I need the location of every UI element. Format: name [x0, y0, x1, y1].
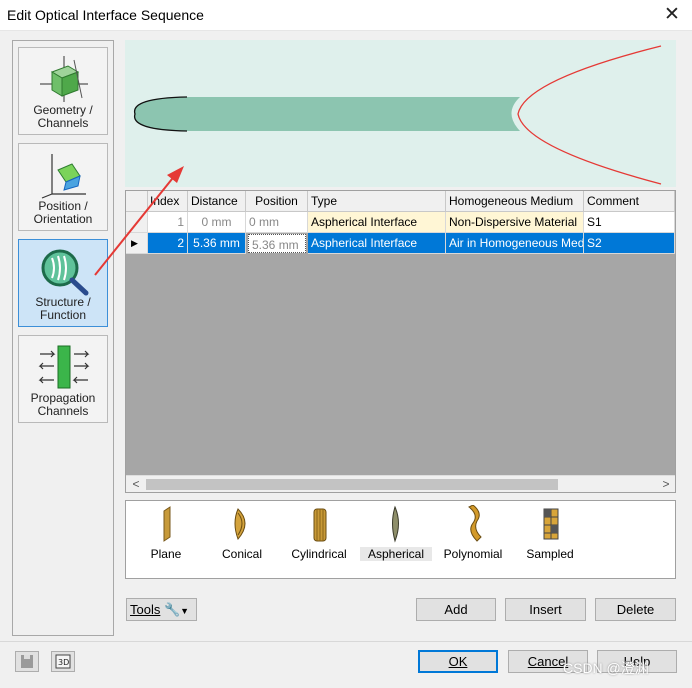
cell-comment[interactable]: S2: [584, 233, 675, 254]
tool-sampled[interactable]: Sampled: [514, 505, 586, 571]
3d-view-icon: 3D: [55, 654, 71, 669]
nav-label-line1: Structure /: [35, 295, 91, 309]
nav-propagation-channels[interactable]: Propagation Channels: [18, 335, 108, 423]
cell-position[interactable]: 0 mm: [246, 212, 308, 233]
cell-comment[interactable]: S1: [584, 212, 675, 233]
cell-type[interactable]: Aspherical Interface: [308, 212, 446, 233]
structure-magnifier-icon: [41, 249, 89, 296]
cell-type[interactable]: Aspherical Interface: [308, 233, 446, 254]
category-nav: Geometry / Channels Position / Orientation…: [12, 40, 114, 636]
cell-medium[interactable]: Non-Dispersive Material: [446, 212, 584, 233]
view-3d-button[interactable]: 3D: [51, 651, 75, 672]
wrench-icon: 🔧: [163, 602, 181, 617]
conical-surface-icon: [234, 508, 246, 540]
geometry-cube-icon: [40, 56, 88, 102]
horizontal-scrollbar[interactable]: < >: [126, 475, 675, 492]
nav-label-line1: Geometry /: [33, 103, 93, 117]
delete-button[interactable]: Delete: [595, 598, 676, 621]
position-axes-icon: [41, 154, 86, 199]
nav-label-line2: Channels: [37, 116, 89, 130]
scroll-left-arrow[interactable]: <: [129, 477, 143, 492]
tool-plane[interactable]: Plane: [130, 505, 202, 571]
nav-label-line1: Position /: [38, 199, 88, 213]
svg-text:3D: 3D: [58, 658, 69, 667]
window-title: Edit Optical Interface Sequence: [7, 7, 204, 23]
tool-label: Cylindrical: [291, 547, 347, 561]
tools-dropdown-button[interactable]: Tools 🔧▼: [126, 598, 197, 621]
tool-label: Polynomial: [443, 547, 503, 561]
tool-label: Sampled: [526, 547, 574, 561]
surface-type-toolbox: Plane Conical Cylindrical Aspherical Pol…: [125, 500, 676, 579]
insert-button[interactable]: Insert: [505, 598, 586, 621]
tool-polynomial[interactable]: Polynomial: [437, 505, 509, 571]
scroll-thumb[interactable]: [146, 479, 558, 490]
ok-button[interactable]: OK: [418, 650, 498, 673]
tool-aspherical[interactable]: Aspherical: [360, 505, 432, 571]
polynomial-surface-icon: [468, 505, 482, 542]
nav-label-line2: Function: [39, 308, 87, 322]
tool-cylindrical[interactable]: Cylindrical: [283, 505, 355, 571]
watermark: CSDN @澄渊: [563, 660, 649, 676]
nav-geometry-channels[interactable]: Geometry / Channels: [18, 47, 108, 135]
cell-distance[interactable]: 5.36 mm: [188, 233, 246, 254]
aspheric-surface-curve: [517, 45, 662, 185]
nav-label-line1: Propagation: [30, 391, 96, 405]
tool-conical[interactable]: Conical: [206, 505, 278, 571]
sampled-surface-icon: [543, 508, 559, 540]
cell-medium[interactable]: Air in Homogeneous Medium: [446, 233, 584, 254]
annotation-arrow: [94, 166, 184, 276]
lens-profile-drawing: [134, 45, 662, 185]
col-header-distance[interactable]: Distance: [188, 191, 246, 212]
cell-distance[interactable]: 0 mm: [188, 212, 246, 233]
col-header-type[interactable]: Type: [308, 191, 446, 212]
tools-label: Tools: [130, 602, 161, 617]
propagation-arrows-icon: [38, 345, 90, 389]
save-button[interactable]: [15, 651, 39, 672]
tool-label: Aspherical: [360, 547, 432, 561]
add-button[interactable]: Add: [416, 598, 496, 621]
component-preview: [125, 40, 676, 187]
cylindrical-surface-icon: [313, 508, 327, 542]
nav-label-line2: Channels: [37, 404, 89, 418]
scroll-right-arrow[interactable]: >: [659, 477, 673, 492]
col-header-medium[interactable]: Homogeneous Medium: [446, 191, 584, 212]
title-bar: Edit Optical Interface Sequence ✕: [0, 0, 692, 31]
aspherical-surface-icon: [392, 505, 399, 543]
nav-label-line2: Orientation: [33, 212, 93, 226]
chevron-down-icon: ▼: [180, 606, 190, 616]
col-header-position[interactable]: Position: [246, 191, 308, 212]
tool-label: Conical: [221, 547, 263, 561]
cell-position-editing[interactable]: 5.36 mm: [248, 234, 306, 253]
floppy-disk-icon: [21, 655, 33, 668]
interface-table: Index Distance Position Type Homogeneous…: [125, 190, 676, 493]
tool-label: Plane: [150, 547, 182, 561]
lens-body: [134, 97, 520, 131]
footer-divider: [0, 641, 692, 642]
col-header-comment[interactable]: Comment: [584, 191, 675, 212]
close-button[interactable]: ✕: [658, 3, 686, 27]
plane-surface-icon: [163, 506, 171, 542]
